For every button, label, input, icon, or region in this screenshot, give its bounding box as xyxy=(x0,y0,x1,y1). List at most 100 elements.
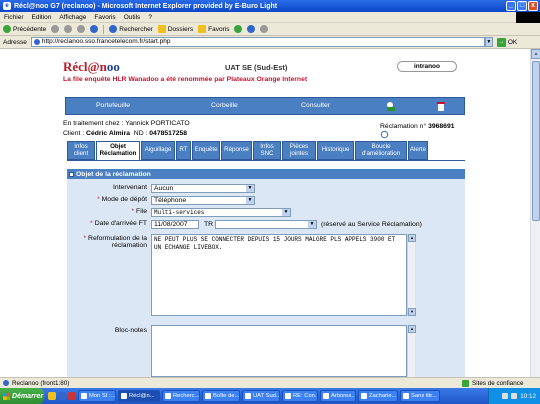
assignee-value: Yannick PORTICATO xyxy=(125,120,190,127)
mail-button[interactable] xyxy=(247,25,256,33)
users-icon[interactable] xyxy=(386,101,396,112)
nav-corbeille[interactable]: Corbeille xyxy=(211,102,238,109)
folders-label: Dossiers xyxy=(167,25,194,33)
tab-enqu-te[interactable]: Enquête xyxy=(192,141,220,160)
menu-outils[interactable]: Outils xyxy=(124,14,141,21)
system-tray: 10:12 xyxy=(488,388,540,404)
chevron-down-icon: ▼ xyxy=(282,209,290,216)
trash-icon[interactable] xyxy=(436,101,446,112)
blocnotes-scrollbar[interactable]: ▲ xyxy=(407,325,416,377)
menu-edition[interactable]: Edition xyxy=(32,14,52,21)
windows-flag-icon xyxy=(3,392,10,400)
nd-label: ND : xyxy=(133,130,148,137)
scroll-down-icon[interactable]: ▼ xyxy=(408,308,416,316)
search-icon xyxy=(109,25,118,33)
status-bar: Reclanoo (front1:80) Sites de confiance xyxy=(0,377,540,388)
page-status-icon xyxy=(3,380,9,386)
folders-button[interactable]: Dossiers xyxy=(157,25,194,33)
app-content: Récl@noo UAT SE (Sud-Est) intranoo La fi… xyxy=(55,49,465,377)
history-button[interactable] xyxy=(234,25,243,33)
start-button[interactable]: Démarrer xyxy=(0,388,44,404)
go-label: OK xyxy=(507,38,518,46)
tr-label: TR xyxy=(203,221,213,228)
tab-infos-snc[interactable]: Infos SNC xyxy=(253,141,281,160)
star-icon xyxy=(198,25,207,33)
tab-infos-client[interactable]: Infos client xyxy=(67,141,95,160)
tab-historique[interactable]: Historique xyxy=(317,141,354,160)
nav-consulter[interactable]: Consulter xyxy=(301,102,330,109)
taskbar-button[interactable]: UAT Sud... xyxy=(242,390,280,402)
zone-text: Sites de confiance xyxy=(472,380,524,387)
page-icon xyxy=(33,39,40,45)
address-dropdown-icon[interactable]: ▼ xyxy=(484,37,493,47)
close-button[interactable]: x xyxy=(528,1,538,11)
quick-launch-ie-icon[interactable] xyxy=(58,392,66,400)
tab-alerte[interactable]: Alerte xyxy=(408,141,428,160)
tray-volume-icon[interactable] xyxy=(511,393,518,399)
reformulation-textarea[interactable]: NE PEUT PLUS SE CONNECTER DEPUIS 15 JOUR… xyxy=(151,234,407,316)
favorites-button[interactable]: Favoris xyxy=(198,25,229,33)
tab-aiguillage[interactable]: Aiguillage xyxy=(141,141,175,160)
taskbar-button[interactable]: Zacharie... xyxy=(358,390,398,402)
folder-icon xyxy=(157,25,166,33)
maximize-button[interactable]: □ xyxy=(517,1,527,11)
taskbar-button[interactable]: Arbores... xyxy=(320,390,356,402)
tr-note: (réservé au Service Réclamation) xyxy=(321,221,422,228)
date-input[interactable]: 11/08/2007 xyxy=(151,220,199,229)
web-page: Récl@noo UAT SE (Sud-Est) intranoo La fi… xyxy=(0,49,540,377)
intranoo-link[interactable]: intranoo xyxy=(397,61,457,72)
collapse-square-icon[interactable] xyxy=(69,171,74,177)
blocnotes-textarea[interactable] xyxy=(151,325,407,377)
tr-select[interactable]: ▼ xyxy=(215,220,317,229)
search-button[interactable]: Rechercher xyxy=(109,25,153,33)
tab-strip: Infos client Objet Réclamation Aiguillage R… xyxy=(67,141,465,160)
address-input[interactable]: http://reclanoo.sso.francetelecom.fr/sta… xyxy=(30,37,485,47)
minimize-button[interactable]: _ xyxy=(506,1,516,11)
taskbar-button[interactable]: Récl@n... xyxy=(118,390,160,402)
page-scrollbar[interactable]: ▲ xyxy=(530,49,540,377)
task-label: Récl@n... xyxy=(129,393,155,399)
nav-portefeuille[interactable]: Portefeuille xyxy=(96,102,130,109)
home-button[interactable] xyxy=(90,25,99,33)
print-button[interactable] xyxy=(260,25,269,33)
start-label: Démarrer xyxy=(12,392,44,400)
scroll-up-icon[interactable]: ▲ xyxy=(408,234,416,242)
taskbar-button[interactable]: Recherc... xyxy=(162,390,200,402)
search-label: Rechercher xyxy=(119,25,153,33)
mode-select[interactable]: Téléphone ▼ xyxy=(151,196,255,205)
quick-launch-app-icon[interactable] xyxy=(68,392,76,400)
tab-objet-r-clamation[interactable]: Objet Réclamation xyxy=(96,141,140,160)
taskbar-button[interactable]: Mon SI :... xyxy=(78,390,116,402)
stop-button[interactable] xyxy=(64,25,73,33)
taskbar-button[interactable]: Boîte de... xyxy=(202,390,240,402)
security-zone: Sites de confiance xyxy=(462,379,523,388)
favorites-label: Favoris xyxy=(208,25,230,33)
scroll-up-icon[interactable]: ▲ xyxy=(531,49,540,59)
scroll-up-icon[interactable]: ▲ xyxy=(408,325,416,333)
tab-r-ponse[interactable]: Réponse xyxy=(221,141,252,160)
tray-network-icon[interactable] xyxy=(502,393,509,399)
back-button[interactable]: Précédente xyxy=(3,25,46,33)
refresh-button[interactable] xyxy=(77,25,86,33)
reformulation-scrollbar[interactable]: ▲ ▼ xyxy=(407,234,416,316)
tab-boucle-d-am-lioration[interactable]: Boucle d'amélioration xyxy=(355,141,407,160)
menu-help[interactable]: ? xyxy=(148,14,152,21)
go-button[interactable]: → OK xyxy=(496,37,518,47)
tab-rt[interactable]: RT xyxy=(176,141,191,160)
taskbar-button[interactable]: Sans titr... xyxy=(400,390,440,402)
forward-button[interactable] xyxy=(51,25,60,33)
taskbar-button[interactable]: RE: Con... xyxy=(282,390,318,402)
menu-favoris[interactable]: Favoris xyxy=(94,14,115,21)
menu-fichier[interactable]: Fichier xyxy=(4,14,24,21)
intervenant-select[interactable]: Aucun ▼ xyxy=(151,184,255,193)
task-label: Boîte de... xyxy=(213,393,240,399)
task-app-icon xyxy=(81,393,87,399)
quick-launch-folder-icon[interactable] xyxy=(48,392,56,400)
client-line: Client : Cédric Almira ND : 0478517258 xyxy=(63,130,187,137)
menu-affichage[interactable]: Affichage xyxy=(59,14,86,21)
scroll-thumb[interactable] xyxy=(532,61,540,221)
file-select[interactable]: Multi-services ▼ xyxy=(151,208,291,217)
task-label: Arbores... xyxy=(331,393,356,399)
tab-pi-ces-jointes[interactable]: Pièces jointes xyxy=(282,141,316,160)
refresh-icon[interactable] xyxy=(380,130,389,139)
